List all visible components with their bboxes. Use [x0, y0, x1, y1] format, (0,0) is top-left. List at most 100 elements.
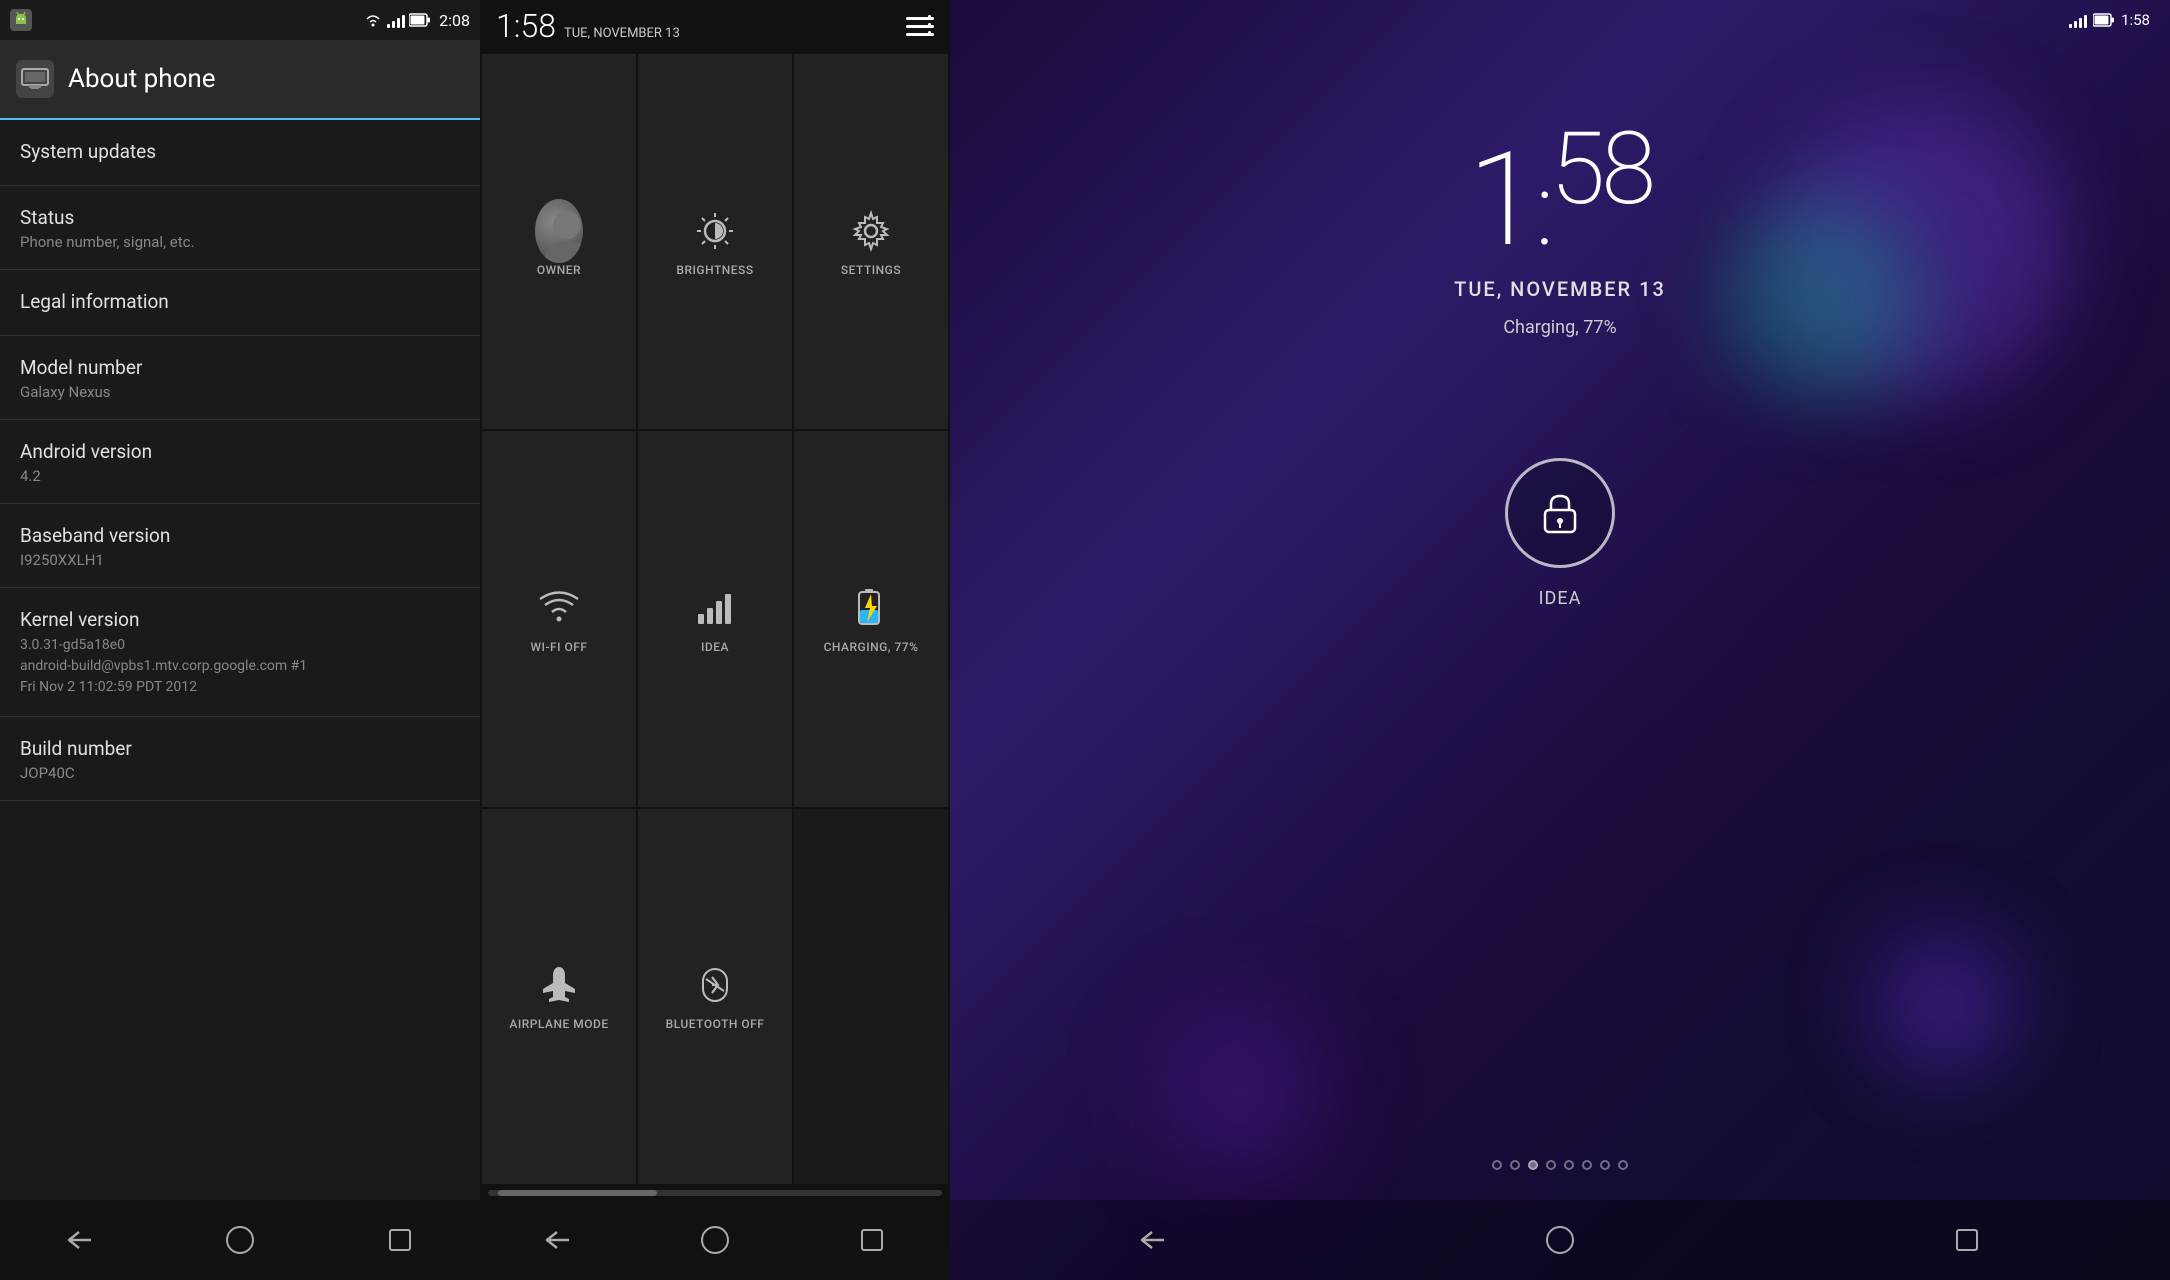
brightness-icon: [691, 207, 739, 255]
back-button-about[interactable]: [50, 1210, 110, 1270]
home-button-quick[interactable]: [685, 1210, 745, 1270]
lock-time-container: 1:58 TUE, NOVEMBER 13 Charging, 77%: [1454, 120, 1666, 338]
about-item-kernel[interactable]: Kernel version 3.0.31-gd5a18e0 android-b…: [0, 588, 480, 717]
baseband-subtitle: I9250XXLH1: [20, 551, 460, 569]
nav-bar-about: [0, 1200, 480, 1280]
back-button-lock[interactable]: [1123, 1210, 1183, 1270]
about-item-build[interactable]: Build number JOP40C: [0, 717, 480, 801]
menu-icon[interactable]: [906, 15, 934, 37]
quick-settings-grid: OWNER BRIGHTNESS: [480, 52, 950, 1186]
lock-dots: [1492, 1160, 1628, 1170]
settings-label: SETTINGS: [841, 263, 901, 277]
about-item-android[interactable]: Android version 4.2: [0, 420, 480, 504]
lock-time-display: 1:58: [1454, 120, 1666, 265]
quick-tile-settings[interactable]: SETTINGS: [794, 54, 948, 429]
airplane-icon: [535, 961, 583, 1009]
build-subtitle: JOP40C: [20, 764, 460, 782]
lock-dot-1: [1492, 1160, 1502, 1170]
lock-date: TUE, NOVEMBER 13: [1454, 277, 1666, 301]
lock-time-minutes: 58: [1550, 111, 1652, 228]
model-subtitle: Galaxy Nexus: [20, 383, 460, 401]
lock-dot-7: [1600, 1160, 1610, 1170]
quick-tile-signal[interactable]: IDEA: [638, 431, 792, 806]
quick-tile-owner[interactable]: OWNER: [482, 54, 636, 429]
brightness-label: BRIGHTNESS: [676, 263, 753, 277]
battery-icon-about: [409, 13, 431, 27]
signal-bars-about: [387, 12, 405, 28]
panel-quick-settings: 1:58 TUE, NOVEMBER 13: [480, 0, 950, 1280]
quick-tile-wifi[interactable]: WI-FI OFF: [482, 431, 636, 806]
about-item-legal[interactable]: Legal information: [0, 270, 480, 336]
nav-bar-quick: [480, 1200, 950, 1280]
bokeh-3: [1870, 930, 2020, 1080]
owner-label: OWNER: [537, 263, 581, 277]
lock-dot-3: [1528, 1160, 1538, 1170]
bluetooth-icon: [691, 961, 739, 1009]
quick-scrollbar: [488, 1190, 942, 1196]
status-bar-lock: 1:58: [950, 0, 2170, 40]
status-bar-left: [10, 9, 32, 31]
lock-dot-6: [1582, 1160, 1592, 1170]
bokeh-2: [1720, 200, 1920, 400]
about-item-model[interactable]: Model number Galaxy Nexus: [0, 336, 480, 420]
status-title: Status: [20, 206, 460, 229]
quick-tile-bluetooth[interactable]: BLUETOOTH OFF: [638, 809, 792, 1184]
status-bar-right: 2:08: [363, 11, 470, 30]
recent-button-lock[interactable]: [1937, 1210, 1997, 1270]
quick-tile-airplane[interactable]: AIRPLANE MODE: [482, 809, 636, 1184]
home-icon-lock: [1546, 1226, 1574, 1254]
lock-charging: Charging, 77%: [1454, 317, 1666, 338]
about-header: About phone: [0, 40, 480, 120]
lock-icon: [1535, 488, 1585, 538]
lock-dot-8: [1618, 1160, 1628, 1170]
charging-icon: [847, 584, 895, 632]
wifi-off-label: WI-FI OFF: [530, 640, 587, 654]
home-icon-about: [226, 1226, 254, 1254]
kernel-title: Kernel version: [20, 608, 460, 631]
about-item-status[interactable]: Status Phone number, signal, etc.: [0, 186, 480, 270]
about-list: System updates Status Phone number, sign…: [0, 120, 480, 1200]
lock-dot-4: [1546, 1160, 1556, 1170]
panel-lock-screen: 1:58 1:58 TUE, NOVEMBER 13 Charging, 77%…: [950, 0, 2170, 1280]
quick-date: TUE, NOVEMBER 13: [564, 26, 680, 41]
android-title: Android version: [20, 440, 460, 463]
charging-label: CHARGING, 77%: [824, 640, 919, 654]
lock-circle[interactable]: [1505, 458, 1615, 568]
legal-title: Legal information: [20, 290, 460, 313]
quick-tile-brightness[interactable]: BRIGHTNESS: [638, 54, 792, 429]
back-button-quick[interactable]: [528, 1210, 588, 1270]
recent-icon-lock: [1956, 1229, 1978, 1251]
home-icon-quick: [701, 1226, 729, 1254]
android-icon: [10, 9, 32, 31]
home-button-lock[interactable]: [1530, 1210, 1590, 1270]
about-item-system-updates[interactable]: System updates: [0, 120, 480, 186]
about-item-baseband[interactable]: Baseband version I9250XXLH1: [0, 504, 480, 588]
settings-icon: [847, 207, 895, 255]
status-time-about: 2:08: [439, 11, 470, 30]
home-button-about[interactable]: [210, 1210, 270, 1270]
recent-button-quick[interactable]: [842, 1210, 902, 1270]
quick-tile-charging[interactable]: CHARGING, 77%: [794, 431, 948, 806]
signal-icon-quick: [691, 584, 739, 632]
lock-dot-2: [1510, 1160, 1520, 1170]
lock-carrier: IDEA: [1539, 588, 1582, 609]
panel-about: 2:08 About phone System updates Status P…: [0, 0, 480, 1280]
model-title: Model number: [20, 356, 460, 379]
signal-bars-lock: [2069, 12, 2087, 28]
system-updates-title: System updates: [20, 140, 460, 163]
quick-time: 1:58: [496, 7, 556, 45]
recent-button-about[interactable]: [370, 1210, 430, 1270]
kernel-multiline: 3.0.31-gd5a18e0 android-build@vpbs1.mtv.…: [20, 635, 460, 698]
about-phone-icon: [16, 60, 54, 98]
battery-icon-lock: [2093, 13, 2115, 27]
about-header-title: About phone: [68, 64, 216, 94]
wifi-off-icon: [535, 584, 583, 632]
nav-bar-lock: [950, 1200, 2170, 1280]
recent-icon-quick: [861, 1229, 883, 1251]
lock-dot-5: [1564, 1160, 1574, 1170]
airplane-label: AIRPLANE MODE: [509, 1017, 608, 1031]
lock-time-hour: 1: [1468, 123, 1536, 276]
lock-circle-button[interactable]: [1505, 458, 1615, 568]
wifi-icon: [363, 12, 383, 28]
status-bar-about: 2:08: [0, 0, 480, 40]
